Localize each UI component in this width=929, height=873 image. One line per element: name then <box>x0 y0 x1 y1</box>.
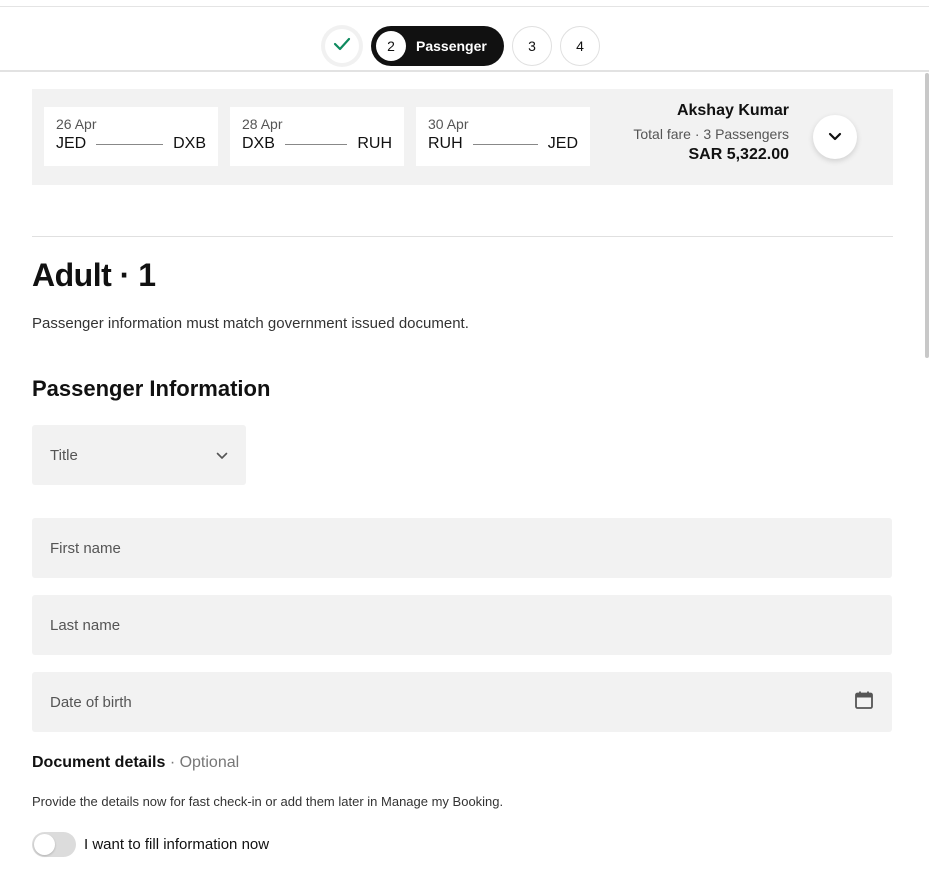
fare-label: Total fare · 3 Passengers <box>633 126 789 142</box>
leg-origin: JED <box>56 135 87 152</box>
passenger-summary: Akshay Kumar Total fare · 3 Passengers S… <box>633 102 789 164</box>
checkmark-icon <box>333 37 351 56</box>
date-of-birth-field[interactable]: Date of birth <box>32 672 892 732</box>
last-name-placeholder: Last name <box>50 616 121 634</box>
leg-destination: DXB <box>173 135 206 152</box>
title-select[interactable]: Title <box>32 425 246 485</box>
flight-leg-1: 26 Apr JED DXB <box>44 107 218 166</box>
chevron-down-icon <box>216 447 228 464</box>
leg-destination: JED <box>547 135 578 152</box>
first-name-placeholder: First name <box>50 539 121 557</box>
fill-info-toggle[interactable] <box>32 832 76 857</box>
title-placeholder: Title <box>50 446 78 464</box>
toggle-knob <box>34 834 55 855</box>
leg-origin: DXB <box>242 135 275 152</box>
dob-placeholder: Date of birth <box>50 693 132 711</box>
document-details-heading: Document details · Optional <box>32 754 239 772</box>
toggle-label[interactable]: I want to fill information now <box>84 836 269 853</box>
route-line <box>472 143 538 145</box>
step-1-completed[interactable] <box>321 25 363 67</box>
document-description: Provide the details now for fast check-i… <box>32 794 504 809</box>
last-name-field[interactable]: Last name <box>32 595 892 655</box>
leg-origin: RUH <box>428 135 463 152</box>
leg-destination: RUH <box>357 135 392 152</box>
step-2-active[interactable]: 2 Passenger <box>371 26 504 66</box>
leg-date: 30 Apr <box>428 116 469 132</box>
scrollbar-thumb[interactable] <box>925 73 929 358</box>
step-number: 2 <box>376 31 406 61</box>
page-title: Adult · 1 <box>32 257 156 293</box>
flight-leg-3: 30 Apr RUH JED <box>416 107 590 166</box>
route-line <box>284 143 348 145</box>
fare-amount: SAR 5,322.00 <box>688 146 789 163</box>
section-divider <box>32 236 893 237</box>
step-3[interactable]: 3 <box>512 26 552 66</box>
passenger-name: Akshay Kumar <box>676 102 789 119</box>
route-line <box>96 143 164 145</box>
trip-summary: 26 Apr JED DXB 28 Apr DXB RUH 30 Apr RUH… <box>32 89 893 185</box>
section-title: Passenger Information <box>32 376 271 401</box>
document-title: Document details <box>32 754 166 771</box>
chevron-down-icon <box>828 128 842 146</box>
page-subtitle: Passenger information must match governm… <box>32 315 469 332</box>
step-label: Passenger <box>416 38 487 54</box>
optional-label: · Optional <box>169 754 240 771</box>
expand-summary-button[interactable] <box>813 115 857 159</box>
flight-leg-2: 28 Apr DXB RUH <box>230 107 404 166</box>
stepper-bar: 2 Passenger 3 4 <box>0 7 929 72</box>
step-4[interactable]: 4 <box>560 26 600 66</box>
leg-date: 28 Apr <box>242 116 283 132</box>
first-name-field[interactable]: First name <box>32 518 892 578</box>
leg-date: 26 Apr <box>56 116 97 132</box>
calendar-icon[interactable] <box>854 690 874 714</box>
